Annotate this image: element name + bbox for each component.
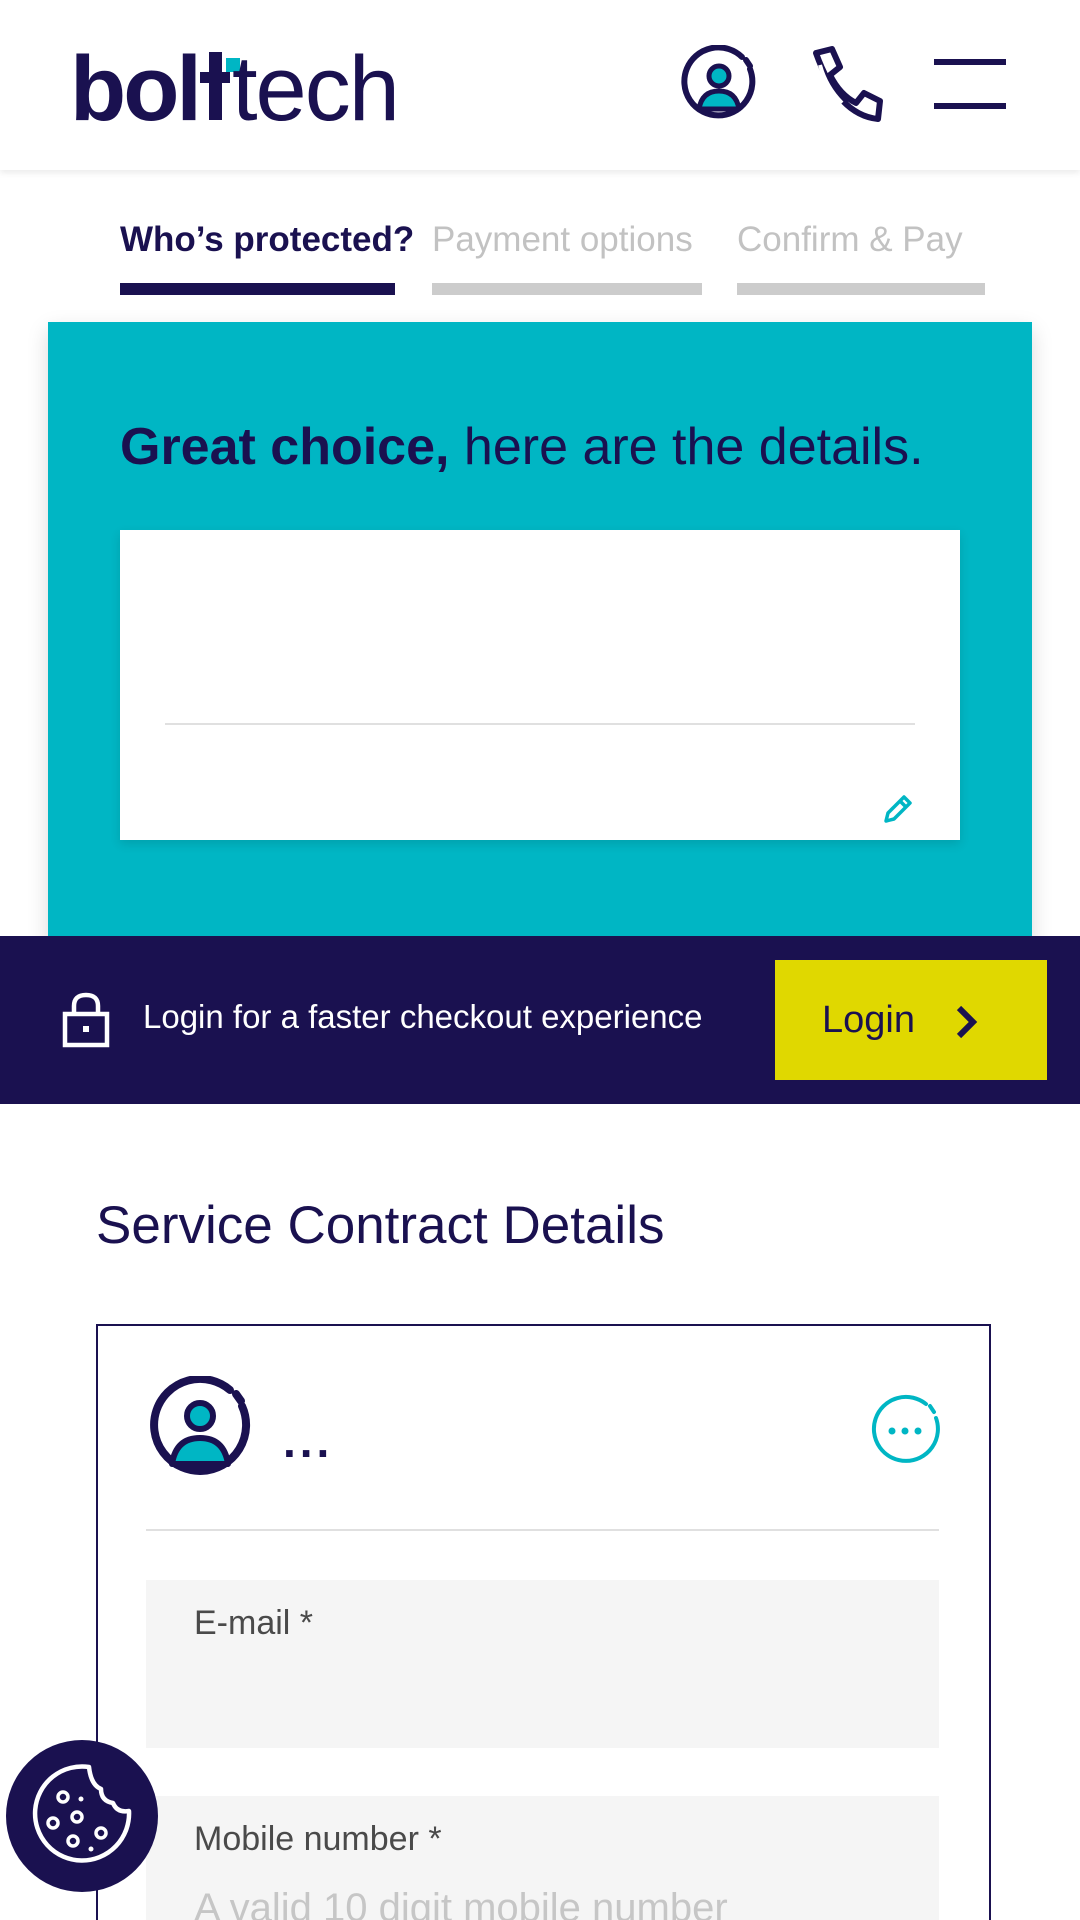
email-field[interactable]: E-mail * — [146, 1580, 939, 1748]
phone-icon[interactable] — [808, 45, 884, 128]
bolttech-logo[interactable]: bol tech — [70, 40, 430, 130]
more-options-icon[interactable] — [868, 1394, 942, 1473]
tab-progress-bar — [737, 283, 985, 295]
tab-label: Who’s protected? — [120, 220, 415, 259]
card-divider — [146, 1529, 939, 1531]
login-button-label: Login — [822, 998, 915, 1041]
lock-icon — [62, 992, 110, 1053]
tab-confirm-pay[interactable]: Confirm & Pay — [737, 215, 985, 295]
plan-summary-card: Great choice, here are the details. — [48, 322, 1032, 942]
tab-payment-options[interactable]: Payment options — [432, 215, 702, 295]
person-avatar-icon — [148, 1374, 252, 1485]
login-prompt-text: Login for a faster checkout experience — [143, 998, 703, 1035]
tab-label: Payment options — [432, 220, 693, 259]
account-circle-icon[interactable] — [680, 44, 758, 128]
tab-progress-bar — [120, 283, 395, 295]
summary-heading-strong: Great choice, — [120, 418, 450, 476]
email-field-label: E-mail * — [194, 1604, 314, 1642]
mobile-field-label: Mobile number * — [194, 1820, 442, 1858]
tab-progress-bar — [432, 283, 702, 295]
tab-label: Confirm & Pay — [737, 220, 963, 259]
logo-wordmark: bol tech — [70, 40, 400, 130]
summary-heading: Great choice, here are the details. — [120, 417, 924, 477]
plan-details-box — [120, 530, 960, 840]
svg-text:bol: bol — [70, 40, 199, 130]
details-divider — [165, 723, 915, 725]
email-input[interactable] — [194, 1662, 894, 1722]
login-banner: Login for a faster checkout experience L… — [0, 936, 1080, 1104]
cookie-settings-button[interactable] — [6, 1740, 158, 1892]
cookie-icon — [29, 1761, 135, 1872]
mobile-number-input[interactable] — [194, 1878, 894, 1920]
tab-whos-protected[interactable]: Who’s protected? — [120, 215, 415, 295]
checkout-progress-tabs: Who’s protected? Payment options Confirm… — [120, 215, 985, 295]
summary-heading-rest: here are the details. — [449, 418, 924, 476]
site-header: bol tech — [0, 0, 1080, 170]
contract-holder-card: ... E-mail * Mobile number * — [96, 1324, 991, 1920]
section-title: Service Contract Details — [96, 1196, 665, 1255]
chevron-right-icon — [953, 1004, 981, 1043]
pencil-icon[interactable] — [880, 791, 916, 832]
person-name: ... — [283, 1415, 334, 1467]
svg-text:tech: tech — [232, 40, 398, 130]
login-button[interactable]: Login — [775, 960, 1047, 1080]
hamburger-menu-icon[interactable] — [932, 45, 1008, 126]
mobile-number-field[interactable]: Mobile number * — [146, 1796, 939, 1920]
